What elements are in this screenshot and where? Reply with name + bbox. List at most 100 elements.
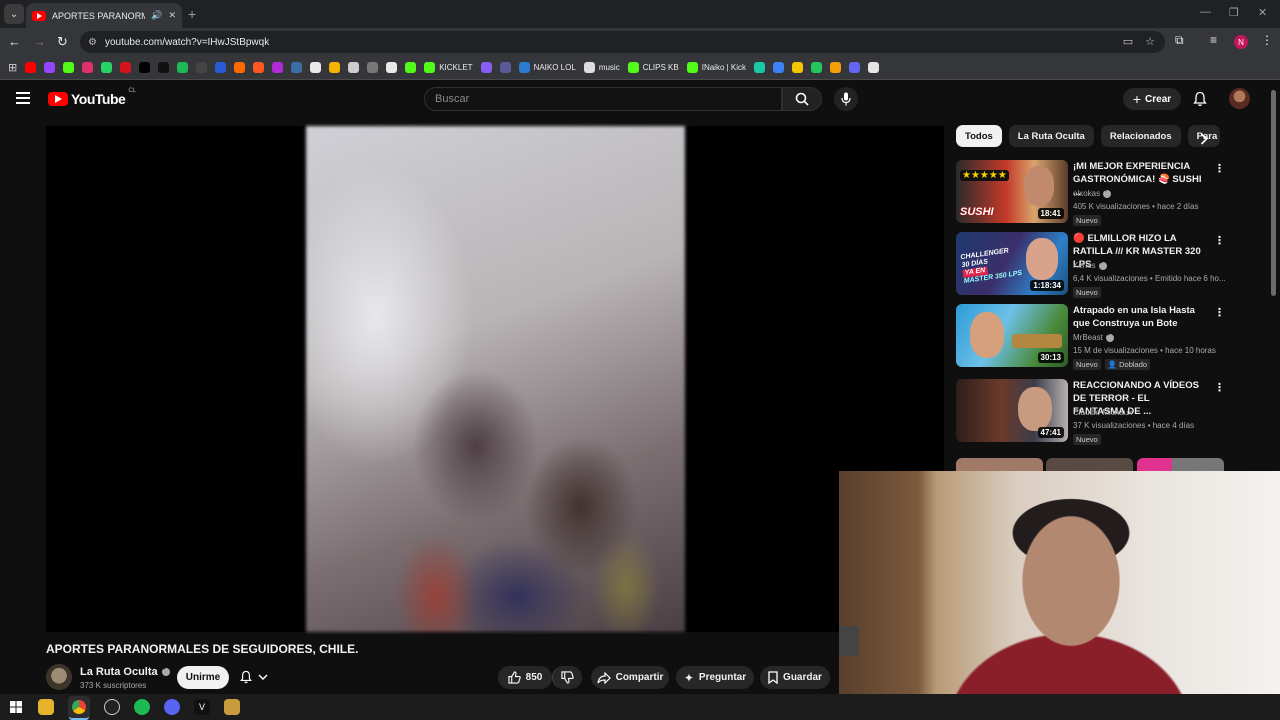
bookmark-icon-item[interactable] — [139, 62, 151, 73]
video-thumbnail[interactable]: 47:41 — [956, 379, 1068, 442]
bookmark-icon-item[interactable] — [386, 62, 398, 73]
bookmark-icon-item[interactable] — [82, 62, 94, 73]
bookmark-icon-item[interactable] — [120, 62, 132, 73]
chip-todos[interactable]: Todos — [956, 125, 1002, 147]
file-explorer-icon[interactable] — [38, 699, 54, 715]
bookmark-icon-item[interactable] — [754, 62, 766, 73]
recommendation-channel[interactable]: Kerios — [1073, 259, 1107, 270]
bookmark-icon-item[interactable] — [348, 62, 360, 73]
forward-arrow-icon[interactable]: → — [33, 34, 46, 49]
tab-close-icon[interactable]: ✕ — [168, 10, 176, 21]
search-button[interactable] — [782, 87, 822, 111]
bookmark-item[interactable]: KICKLET — [424, 62, 473, 73]
bookmark-icon-item[interactable] — [499, 62, 511, 73]
chip-related[interactable]: Relacionados — [1100, 125, 1181, 147]
media-controls-icon[interactable]: ≡ — [1210, 33, 1217, 47]
ask-button[interactable]: ✦ Preguntar — [676, 666, 754, 689]
bookmark-icon-item[interactable] — [177, 62, 189, 73]
epic-games-icon[interactable]: V — [194, 699, 210, 715]
recommendation-channel[interactable]: Claudio Michaux — [1073, 408, 1132, 417]
more-actions-kebab-icon[interactable]: ⋮ — [1214, 162, 1225, 175]
video-thumbnail-partial[interactable] — [1046, 458, 1133, 472]
recommendation-item[interactable]: CHALLENGER 30 DÍAS YA EN MASTER 350 LPS … — [956, 232, 1226, 298]
video-player[interactable] — [46, 126, 944, 632]
like-button[interactable]: 850 — [498, 666, 552, 689]
bookmark-icon-item[interactable] — [63, 62, 75, 73]
spotify-icon[interactable] — [134, 699, 150, 715]
browser-menu-kebab-icon[interactable]: ⋮ — [1261, 33, 1273, 47]
cast-icon[interactable]: ▭ — [1123, 35, 1133, 48]
save-button[interactable]: Guardar — [760, 666, 830, 689]
channel-name[interactable]: MrBeast — [1073, 333, 1103, 342]
window-close-icon[interactable]: ✕ — [1258, 6, 1267, 19]
video-thumbnail-partial[interactable] — [956, 458, 1043, 472]
tab-search-chevron-icon[interactable]: ⌄ — [4, 4, 24, 24]
dislike-button[interactable] — [552, 666, 582, 689]
bookmark-icon-item[interactable] — [480, 62, 492, 73]
bookmark-icon-item[interactable] — [234, 62, 246, 73]
bookmark-icon-item[interactable] — [196, 62, 208, 73]
video-thumbnail[interactable]: 30:13 — [956, 304, 1068, 367]
back-arrow-icon[interactable]: ← — [8, 34, 21, 49]
address-bar[interactable]: ⚙ youtube.com/watch?v=IHwJStBpwqk ▭ ☆ — [80, 31, 1165, 53]
bookmark-item[interactable]: NAIKO LOL — [518, 62, 576, 73]
video-thumbnail-partial[interactable] — [1137, 458, 1224, 472]
notifications-bell-icon[interactable] — [1193, 91, 1207, 107]
channel-name[interactable]: elxokas — [1073, 189, 1100, 198]
bookmark-icon-item[interactable] — [773, 62, 785, 73]
audio-playing-icon[interactable]: 🔊 — [151, 10, 162, 21]
bookmark-item[interactable]: INaiko | Kick — [686, 62, 746, 73]
more-actions-kebab-icon[interactable]: ⋮ — [1214, 234, 1225, 247]
bookmark-item[interactable]: music — [583, 62, 620, 73]
bookmark-icon-item[interactable] — [158, 62, 170, 73]
search-field[interactable] — [424, 87, 782, 111]
bookmark-icon-item[interactable] — [253, 62, 265, 73]
bookmark-icon-item[interactable] — [405, 62, 417, 73]
recommendation-item[interactable]: 30:13 Atrapado en una Isla Hasta que Con… — [956, 304, 1226, 370]
page-scrollbar-thumb[interactable] — [1271, 90, 1276, 296]
bookmark-icon-item[interactable] — [44, 62, 56, 73]
channel-name-row[interactable]: La Ruta Oculta — [80, 665, 170, 678]
chip-channel[interactable]: La Ruta Oculta — [1008, 125, 1094, 147]
recommendation-channel[interactable]: MrBeast — [1073, 331, 1114, 342]
discord-icon[interactable] — [164, 699, 180, 715]
obs-icon[interactable] — [104, 699, 120, 715]
bookmark-icon-item[interactable] — [310, 62, 322, 73]
recommendation-item[interactable]: 47:41 REACCIONANDO A VÍDEOS DE TERROR - … — [956, 379, 1226, 445]
bookmark-icon-item[interactable] — [830, 62, 842, 73]
video-thumbnail[interactable]: CHALLENGER 30 DÍAS YA EN MASTER 350 LPS … — [956, 232, 1068, 295]
apps-grid-icon[interactable]: ⊞ — [8, 61, 17, 74]
channel-name[interactable]: Kerios — [1073, 261, 1096, 270]
account-avatar[interactable] — [1229, 88, 1250, 109]
site-info-icon[interactable]: ⚙ — [88, 37, 97, 48]
bookmark-icon-item[interactable] — [215, 62, 227, 73]
channel-name[interactable]: La Ruta Oculta — [80, 666, 158, 678]
create-button[interactable]: + Crear — [1123, 88, 1181, 110]
recommendation-channel[interactable]: elxokas — [1073, 187, 1112, 198]
league-of-legends-icon[interactable] — [224, 699, 240, 715]
notification-settings-button[interactable] — [240, 670, 268, 684]
channel-avatar[interactable] — [46, 664, 72, 690]
bookmark-icon-item[interactable] — [329, 62, 341, 73]
bookmark-icon-item[interactable] — [792, 62, 804, 73]
bookmark-icon-item[interactable] — [25, 62, 37, 73]
voice-search-button[interactable] — [834, 87, 858, 111]
bookmark-icon-item[interactable] — [811, 62, 823, 73]
youtube-logo[interactable]: YouTube CL — [48, 88, 136, 107]
reload-icon[interactable]: ↻ — [57, 34, 68, 50]
bookmark-icon-item[interactable] — [272, 62, 284, 73]
channel-name[interactable]: Claudio Michaux — [1073, 408, 1132, 417]
new-tab-plus-icon[interactable]: + — [188, 6, 196, 22]
chrome-taskbar-icon[interactable] — [68, 696, 90, 718]
extensions-puzzle-icon[interactable]: ⧉ — [1175, 33, 1184, 48]
bookmark-icon-item[interactable] — [868, 62, 880, 73]
bookmark-icon-item[interactable] — [101, 62, 113, 73]
recommendation-item[interactable]: ★★★★★ SUSHI 18:41 ¡MI MEJOR EXPERIENCIA … — [956, 160, 1226, 226]
chevron-right-icon[interactable] — [1200, 133, 1208, 145]
browser-tab-active[interactable]: APORTES PARANORMALES DE SEGUIDORES 🔊 ✕ — [26, 3, 182, 28]
share-button[interactable]: Compartir — [591, 666, 669, 689]
video-frame[interactable] — [306, 126, 685, 632]
hamburger-menu-icon[interactable] — [16, 92, 30, 104]
more-actions-kebab-icon[interactable]: ⋮ — [1214, 381, 1225, 394]
video-thumbnail[interactable]: ★★★★★ SUSHI 18:41 — [956, 160, 1068, 223]
